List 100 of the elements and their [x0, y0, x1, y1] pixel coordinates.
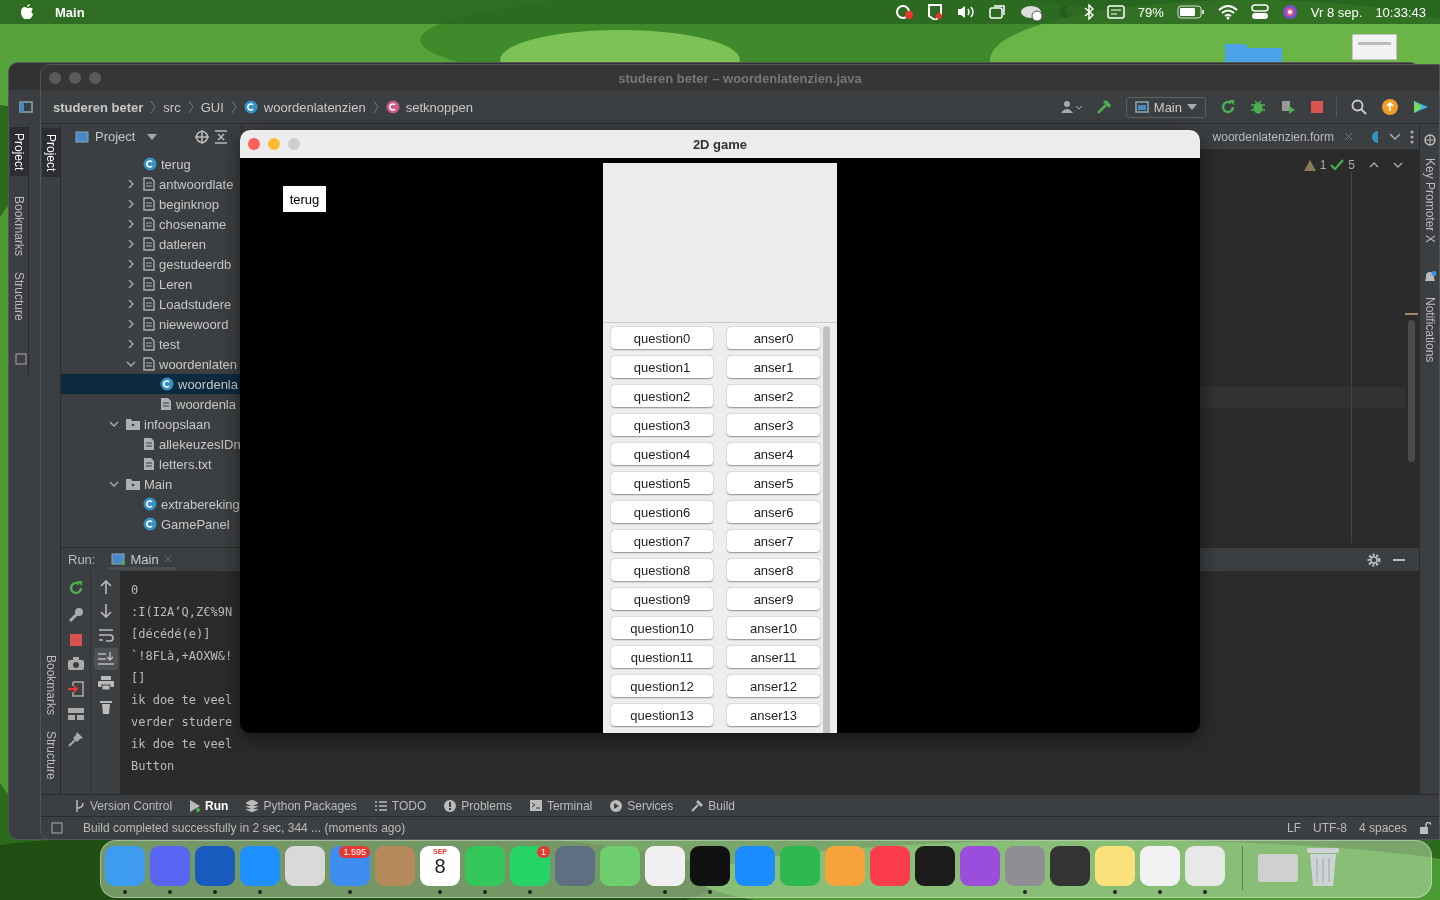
tool-tab[interactable]: Run: [190, 796, 229, 815]
chevron-icon[interactable]: [109, 419, 119, 429]
question-button[interactable]: question8: [611, 559, 713, 581]
question-button[interactable]: question7: [611, 530, 713, 552]
app-icon[interactable]: [690, 846, 730, 886]
chevron-icon[interactable]: [126, 219, 136, 229]
camera-icon[interactable]: [67, 657, 84, 670]
question-button[interactable]: question11: [611, 646, 713, 668]
answer-button[interactable]: anser10: [727, 617, 820, 639]
close-button[interactable]: [248, 138, 260, 150]
bluetooth-icon[interactable]: [1083, 4, 1094, 20]
tree-item[interactable]: terug: [61, 154, 241, 174]
breadcrumb[interactable]: GUI: [200, 99, 224, 115]
answer-button[interactable]: anser7: [727, 530, 820, 552]
status-message[interactable]: Build completed successfully in 2 sec, 344 ... (moments ago): [83, 821, 406, 835]
question-button[interactable]: question4: [611, 443, 713, 465]
answer-button[interactable]: anser5: [727, 472, 820, 494]
check-icon[interactable]: [1330, 159, 1345, 171]
tree-item[interactable]: infoopslaan: [61, 414, 241, 434]
panel-icon[interactable]: [14, 353, 27, 366]
globe-icon[interactable]: [1423, 134, 1436, 146]
chevron-icon[interactable]: [126, 199, 136, 209]
tree-item[interactable]: GamePanel: [61, 514, 241, 534]
pin-icon[interactable]: [67, 731, 84, 747]
tree-item[interactable]: Leren: [61, 274, 241, 294]
panel-icon[interactable]: [51, 822, 63, 834]
stop-icon[interactable]: [69, 634, 82, 646]
answer-button[interactable]: anser12: [727, 675, 820, 697]
tool-tab[interactable]: Build: [691, 796, 735, 815]
minimize-icon[interactable]: [1393, 558, 1405, 561]
arrow-up-icon[interactable]: [99, 580, 112, 594]
rerun-icon[interactable]: [1220, 99, 1236, 115]
wifi-icon[interactable]: [1217, 4, 1238, 20]
tree-item[interactable]: datleren: [61, 234, 241, 254]
arrow-down-icon[interactable]: [99, 604, 112, 618]
collapse-icon[interactable]: [215, 129, 227, 144]
answer-button[interactable]: anser2: [727, 385, 820, 407]
scroll-to-end-icon[interactable]: [93, 648, 118, 670]
tree-item[interactable]: letters.txt: [61, 454, 241, 474]
breadcrumb[interactable]: woordenlatenzien: [263, 99, 366, 115]
chevron-up-icon[interactable]: [1369, 162, 1379, 168]
panel-title[interactable]: Project: [95, 129, 136, 144]
tree-item[interactable]: woordenla: [61, 394, 241, 414]
tree-item[interactable]: chosename: [61, 214, 241, 234]
search-icon[interactable]: [1351, 99, 1367, 115]
chevron-icon[interactable]: [126, 299, 136, 309]
tool-tab[interactable]: Terminal: [529, 796, 593, 815]
toggle-icon[interactable]: [1250, 4, 1269, 20]
plugin-icon[interactable]: [1413, 99, 1429, 115]
question-button[interactable]: question3: [611, 414, 713, 436]
run-configuration-dropdown[interactable]: Main: [1125, 96, 1206, 118]
question-button[interactable]: question13: [611, 704, 713, 726]
answer-button[interactable]: anser8: [727, 559, 820, 581]
question-button[interactable]: question9: [611, 588, 713, 610]
file-thumbnail-icon[interactable]: [1352, 34, 1397, 60]
tree-item[interactable]: woordenla: [61, 374, 241, 394]
volume-icon[interactable]: [955, 4, 976, 20]
settings-icon[interactable]: [1367, 552, 1381, 567]
tool-window-button[interactable]: Bookmarks: [11, 192, 26, 261]
indent-setting[interactable]: 4 spaces: [1358, 821, 1407, 835]
user-icon[interactable]: [1059, 100, 1082, 114]
tree-item[interactable]: extrabereking: [61, 494, 241, 514]
tool-window-button[interactable]: Bookmarks: [43, 651, 58, 720]
lock-icon[interactable]: [1419, 822, 1431, 834]
rerun-icon[interactable]: [67, 580, 84, 596]
tool-tab[interactable]: Version Control: [75, 796, 173, 815]
close-icon[interactable]: [163, 555, 172, 563]
chevron-icon[interactable]: [126, 239, 136, 249]
question-button[interactable]: question12: [611, 675, 713, 697]
chevron-icon[interactable]: [126, 179, 136, 189]
tool-window-button[interactable]: Key Promoter X: [1422, 154, 1437, 247]
question-button[interactable]: question1: [611, 356, 713, 378]
answer-button[interactable]: anser0: [727, 327, 820, 349]
app-icon[interactable]: [1050, 846, 1090, 886]
question-button[interactable]: question5: [611, 472, 713, 494]
print-icon[interactable]: [97, 676, 114, 690]
answer-button[interactable]: anser4: [727, 443, 820, 465]
tree-item[interactable]: beginknop: [61, 194, 241, 214]
chevron-icon[interactable]: [109, 479, 119, 489]
cloud-icon[interactable]: [1019, 3, 1044, 21]
line-ending[interactable]: LF: [1286, 821, 1301, 835]
hammer-icon[interactable]: [1095, 99, 1112, 115]
dock-item[interactable]: 1.595: [330, 846, 370, 894]
chevron-down-icon[interactable]: [1389, 132, 1401, 141]
tool-window-button[interactable]: Structure: [43, 727, 58, 784]
window-thumbnail-icon[interactable]: [1258, 854, 1298, 882]
tree-item[interactable]: woordenlaten: [61, 354, 241, 374]
battery-icon[interactable]: [1176, 5, 1205, 19]
app-icon[interactable]: [915, 846, 955, 886]
chevron-icon[interactable]: [126, 359, 136, 369]
answer-button[interactable]: anser9: [727, 588, 820, 610]
menu-clock[interactable]: 10:33:43: [1375, 4, 1426, 20]
tool-tab[interactable]: Python Packages: [246, 796, 357, 815]
back-button[interactable]: terug: [283, 186, 326, 212]
question-button[interactable]: question6: [611, 501, 713, 523]
tool-tab[interactable]: Services: [610, 796, 674, 815]
wrench-icon[interactable]: [67, 607, 84, 623]
more-icon[interactable]: [1410, 129, 1414, 144]
minimize-button[interactable]: [69, 72, 81, 84]
tree-item[interactable]: antwoordlate: [61, 174, 241, 194]
